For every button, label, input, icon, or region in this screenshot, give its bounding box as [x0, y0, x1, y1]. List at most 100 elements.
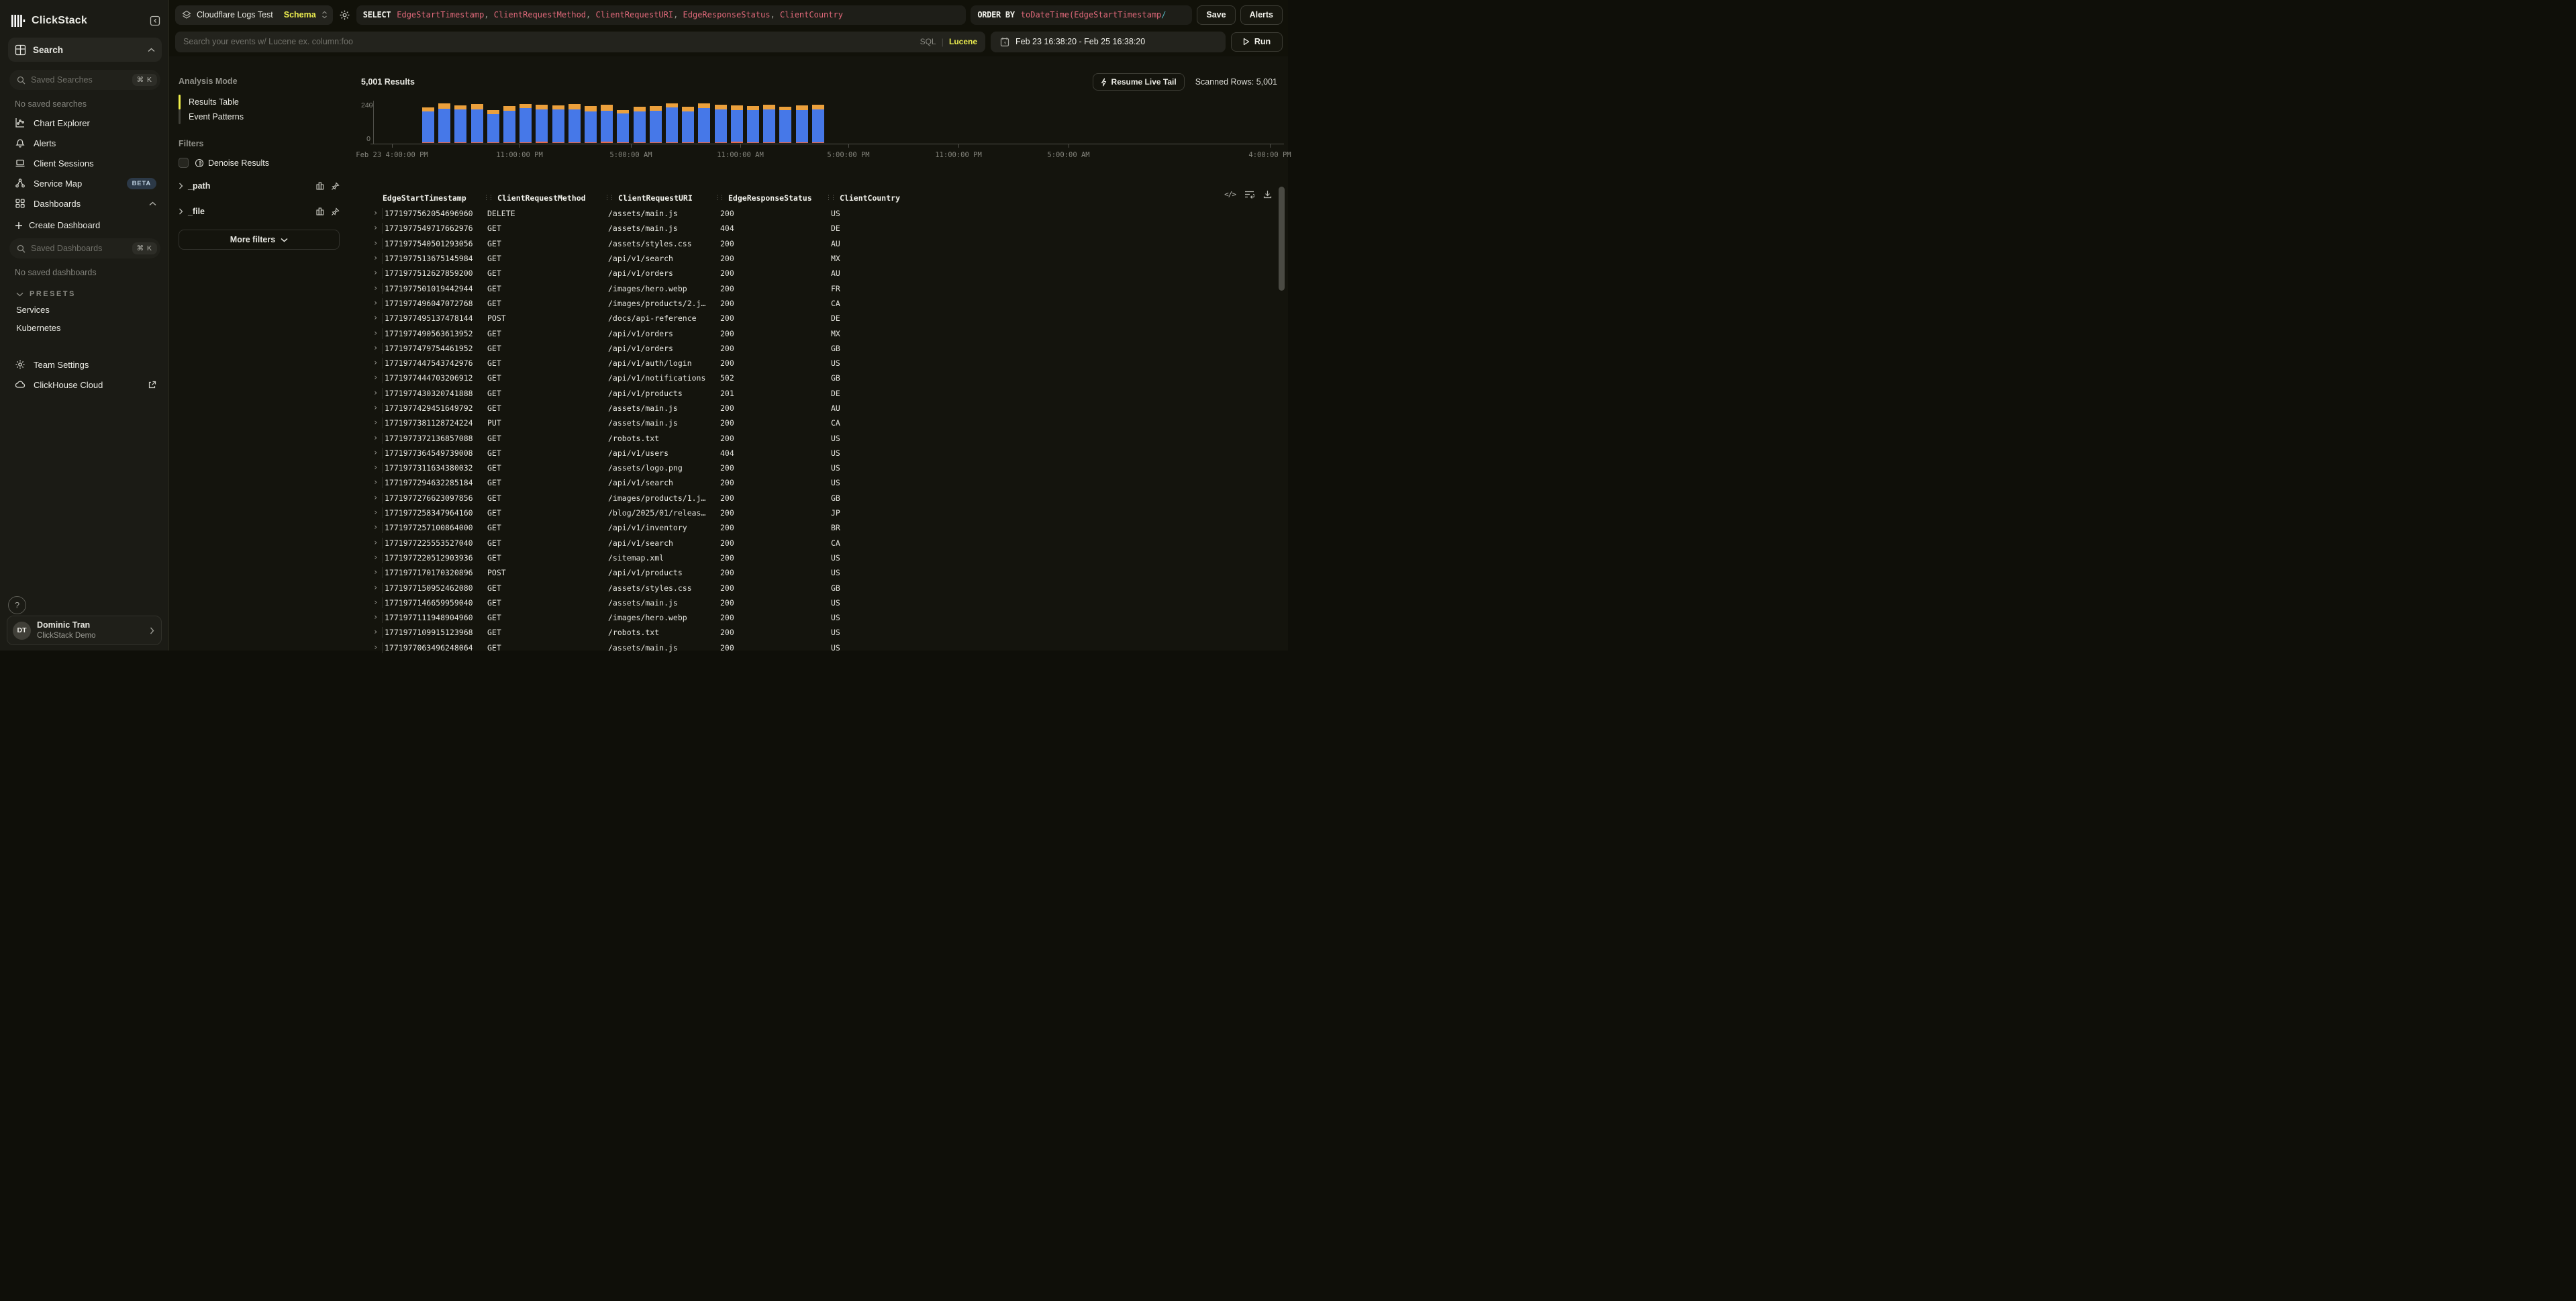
table-row[interactable]: ›1771977063496248064GET/assets/main.js20…	[361, 640, 1288, 655]
row-expand-chevron[interactable]: ›	[361, 253, 383, 264]
denoise-checkbox[interactable]	[179, 158, 189, 168]
run-button[interactable]: Run	[1231, 32, 1283, 52]
column-header-country[interactable]: ⋮⋮ClientCountry	[830, 193, 1288, 203]
sql-mode-toggle[interactable]: SQL	[920, 37, 936, 46]
histogram-bar[interactable]	[666, 103, 678, 143]
mode-event-patterns[interactable]: Event Patterns	[189, 109, 244, 124]
date-range-picker[interactable]: Feb 23 16:38:20 - Feb 25 16:38:20	[991, 32, 1226, 52]
preset-item-kubernetes[interactable]: Kubernetes	[8, 319, 162, 337]
row-expand-chevron[interactable]: ›	[361, 403, 383, 414]
histogram-bar[interactable]	[601, 105, 613, 143]
orderby-clause-input[interactable]: ORDER BY toDateTime(EdgeStartTimestamp /	[971, 5, 1192, 25]
saved-dashboards-input[interactable]: Saved Dashboards ⌘ K	[9, 238, 160, 258]
row-expand-chevron[interactable]: ›	[361, 358, 383, 369]
collapse-sidebar-icon[interactable]	[150, 15, 160, 26]
drag-handle-icon[interactable]: ⋮⋮	[826, 195, 835, 201]
table-row[interactable]: ›1771977170170320896POST/api/v1/products…	[361, 565, 1288, 580]
table-row[interactable]: ›1771977540501293056GET/assets/styles.cs…	[361, 236, 1288, 251]
table-row[interactable]: ›1771977311634380032GET/assets/logo.png2…	[361, 461, 1288, 475]
save-button[interactable]: Save	[1197, 5, 1235, 25]
event-search-input[interactable]: Search your events w/ Lucene ex. column:…	[175, 32, 985, 52]
histogram-bar[interactable]	[763, 105, 775, 143]
drag-handle-icon[interactable]: ⋮⋮	[604, 195, 613, 201]
more-filters-button[interactable]: More filters	[179, 230, 340, 250]
table-row[interactable]: ›1771977495137478144POST/docs/api-refere…	[361, 311, 1288, 326]
table-scrollbar[interactable]	[1279, 187, 1285, 291]
table-row[interactable]: ›1771977150952462080GET/assets/styles.cs…	[361, 580, 1288, 595]
table-row[interactable]: ›1771977109915123968GET/robots.txt200US	[361, 625, 1288, 640]
drag-handle-icon[interactable]: ⋮⋮	[483, 195, 493, 201]
row-expand-chevron[interactable]: ›	[361, 448, 383, 459]
row-expand-chevron[interactable]: ›	[361, 283, 383, 294]
table-row[interactable]: ›1771977258347964160GET/blog/2025/01/rel…	[361, 505, 1288, 520]
histogram-bar[interactable]	[519, 104, 532, 143]
wrap-lines-icon[interactable]	[1244, 190, 1254, 199]
sidebar-item-client-sessions[interactable]: Client Sessions	[8, 153, 162, 173]
table-row[interactable]: ›1771977513675145984GET/api/v1/search200…	[361, 251, 1288, 266]
row-expand-chevron[interactable]: ›	[361, 433, 383, 444]
row-expand-chevron[interactable]: ›	[361, 552, 383, 563]
table-row[interactable]: ›1771977111948904960GET/images/hero.webp…	[361, 610, 1288, 625]
saved-searches-input[interactable]: Saved Searches ⌘ K	[9, 70, 160, 90]
row-expand-chevron[interactable]: ›	[361, 477, 383, 488]
histogram-bar[interactable]	[682, 107, 694, 143]
row-expand-chevron[interactable]: ›	[361, 583, 383, 593]
row-expand-chevron[interactable]: ›	[361, 567, 383, 578]
row-expand-chevron[interactable]: ›	[361, 388, 383, 399]
histogram-bar[interactable]	[779, 107, 791, 143]
row-expand-chevron[interactable]: ›	[361, 627, 383, 638]
histogram-bar[interactable]	[454, 105, 466, 143]
histogram-bar[interactable]	[552, 105, 564, 143]
row-expand-chevron[interactable]: ›	[361, 343, 383, 354]
chevron-right-icon[interactable]	[179, 183, 183, 189]
table-row[interactable]: ›1771977294632285184GET/api/v1/search200…	[361, 475, 1288, 490]
resume-live-tail-button[interactable]: Resume Live Tail	[1093, 73, 1185, 91]
histogram-plot[interactable]	[373, 101, 1284, 144]
histogram-bar[interactable]	[731, 105, 743, 143]
chevron-right-icon[interactable]	[179, 208, 183, 215]
row-expand-chevron[interactable]: ›	[361, 223, 383, 234]
pin-icon[interactable]	[331, 182, 340, 191]
table-row[interactable]: ›1771977479754461952GET/api/v1/orders200…	[361, 341, 1288, 356]
table-row[interactable]: ›1771977496047072768GET/images/products/…	[361, 296, 1288, 311]
sidebar-item-team-settings[interactable]: Team Settings	[8, 354, 162, 375]
row-expand-chevron[interactable]: ›	[361, 522, 383, 533]
histogram-bar[interactable]	[747, 106, 759, 143]
sidebar-item-dashboards[interactable]: Dashboards	[8, 193, 162, 213]
histogram-bar[interactable]	[487, 110, 499, 143]
column-header-uri[interactable]: ⋮⋮ClientRequestURI	[608, 193, 718, 203]
histogram-bar[interactable]	[796, 105, 808, 143]
preset-item-services[interactable]: Services	[8, 301, 162, 319]
row-expand-chevron[interactable]: ›	[361, 493, 383, 503]
table-row[interactable]: ›1771977257100864000GET/api/v1/inventory…	[361, 520, 1288, 535]
histogram-bar[interactable]	[650, 106, 662, 143]
row-expand-chevron[interactable]: ›	[361, 597, 383, 608]
table-row[interactable]: ›1771977512627859200GET/api/v1/orders200…	[361, 266, 1288, 281]
table-row[interactable]: ›1771977562054696960DELETE/assets/main.j…	[361, 206, 1288, 221]
table-row[interactable]: ›1771977364549739008GET/api/v1/users404U…	[361, 446, 1288, 461]
histogram-bar[interactable]	[698, 103, 710, 143]
row-expand-chevron[interactable]: ›	[361, 298, 383, 309]
row-expand-chevron[interactable]: ›	[361, 328, 383, 339]
chevron-up-icon[interactable]	[149, 201, 156, 206]
histogram-bar[interactable]	[536, 105, 548, 143]
help-button[interactable]: ?	[8, 596, 26, 614]
results-histogram[interactable]: 240 0 Feb 23 4:00:00 PM11:00:00 PM5:00:0…	[361, 94, 1285, 159]
histogram-bar[interactable]	[503, 106, 515, 143]
row-expand-chevron[interactable]: ›	[361, 612, 383, 623]
table-row[interactable]: ›1771977225553527040GET/api/v1/search200…	[361, 536, 1288, 550]
row-expand-chevron[interactable]: ›	[361, 642, 383, 653]
column-header-status[interactable]: ⋮⋮EdgeResponseStatus	[718, 193, 830, 203]
table-row[interactable]: ›1771977372136857088GET/robots.txt200US	[361, 430, 1288, 445]
table-row[interactable]: ›1771977429451649792GET/assets/main.js20…	[361, 401, 1288, 416]
table-row[interactable]: ›1771977381128724224PUT/assets/main.js20…	[361, 416, 1288, 430]
row-expand-chevron[interactable]: ›	[361, 463, 383, 473]
sidebar-item-service-map[interactable]: Service Map BETA	[8, 173, 162, 193]
select-clause-input[interactable]: SELECT EdgeStartTimestamp, ClientRequest…	[356, 5, 967, 25]
filter-field-path[interactable]: _path	[179, 179, 340, 193]
histogram-bar[interactable]	[585, 106, 597, 143]
alerts-button[interactable]: Alerts	[1240, 5, 1283, 25]
source-settings-gear-icon[interactable]	[338, 9, 352, 21]
mode-results-table[interactable]: Results Table	[189, 95, 244, 109]
column-header-method[interactable]: ⋮⋮ClientRequestMethod	[487, 193, 608, 203]
